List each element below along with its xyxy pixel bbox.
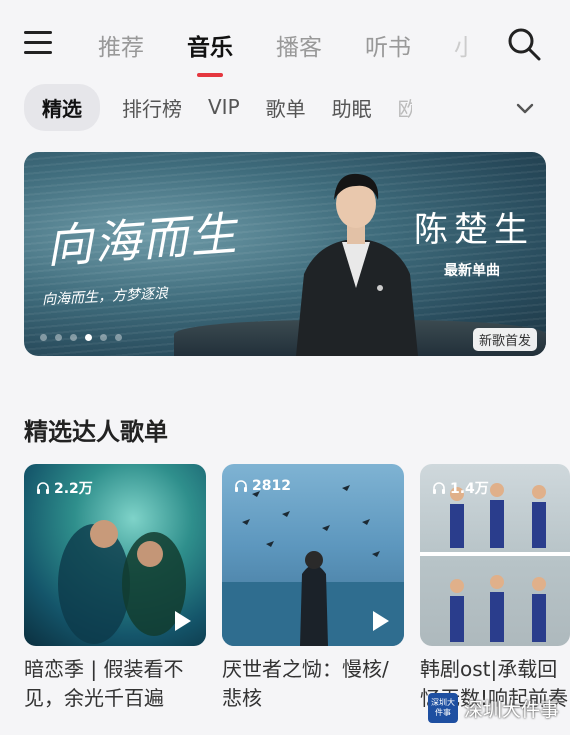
banner-badge: 新歌首发	[473, 328, 538, 351]
play-icon[interactable]	[366, 608, 392, 634]
tab-recommend[interactable]: 推荐	[98, 28, 144, 62]
banner-page-indicator	[40, 334, 122, 341]
subtab-playlists[interactable]: 歌单	[266, 93, 306, 122]
menu-icon[interactable]	[24, 31, 52, 55]
tab-music[interactable]: 音乐	[187, 28, 233, 77]
banner-artist-photo	[296, 173, 418, 356]
tab-audiobook[interactable]: 听书	[365, 28, 411, 62]
banner-song-title: 向海而生	[44, 206, 240, 274]
banner-artist-name: 陈楚生	[414, 210, 534, 250]
playlist-card[interactable]: 1.4万 韩剧ost|承载回忆无数!响起前奏	[420, 464, 570, 713]
play-count-value: 1.4万	[450, 481, 489, 497]
subtab-vip[interactable]: VIP	[208, 95, 240, 119]
page-dot	[40, 334, 47, 341]
subtab-featured[interactable]: 精选	[24, 83, 100, 131]
page-dot	[55, 334, 62, 341]
promo-banner[interactable]: 向海而生 向海而生，方梦逐浪 陈楚生 最新单曲 新歌首发	[24, 152, 546, 356]
watermark-logo: 深圳大件事	[428, 693, 458, 723]
playlist-cover: 2812	[222, 464, 404, 646]
playlist-cover: 2.2万	[24, 464, 206, 646]
section-title: 精选达人歌单	[24, 418, 168, 446]
play-icon[interactable]	[168, 608, 194, 634]
page-dot	[70, 334, 77, 341]
page-dot	[115, 334, 122, 341]
playlist-row: 2.2万 暗恋季 | 假装看不见，余光千百遍 2812 厌世者之恸：慢核/悲核 …	[24, 464, 570, 713]
headphones-icon	[37, 482, 49, 494]
top-navigation: 推荐 音乐 播客 听书 小	[0, 0, 570, 88]
watermark: 深圳大件事 深圳大件事	[428, 693, 559, 723]
playlist-card[interactable]: 2812 厌世者之恸：慢核/悲核	[222, 464, 404, 713]
headphones-icon	[433, 482, 445, 494]
play-count: 1.4万	[432, 478, 489, 498]
tab-more[interactable]: 小	[454, 28, 468, 62]
chevron-down-icon[interactable]	[514, 97, 536, 119]
subtab-charts[interactable]: 排行榜	[122, 93, 182, 122]
playlist-title: 暗恋季 | 假装看不见，余光千百遍	[24, 657, 184, 710]
page-dot	[100, 334, 107, 341]
top-tabs: 推荐 音乐 播客 听书 小	[98, 28, 511, 77]
banner-label: 最新单曲	[444, 263, 500, 279]
play-count: 2.2万	[36, 478, 93, 498]
sub-tabs: 精选 排行榜 VIP 歌单 助眠 欧	[24, 83, 412, 131]
subtab-western[interactable]: 欧	[398, 93, 412, 122]
subtab-sleep[interactable]: 助眠	[332, 93, 372, 122]
play-count-value: 2.2万	[54, 481, 93, 497]
headphones-icon	[235, 480, 247, 492]
play-count: 2812	[234, 478, 291, 494]
watermark-text: 深圳大件事	[464, 698, 560, 721]
search-icon[interactable]	[506, 26, 542, 62]
tab-podcast[interactable]: 播客	[276, 28, 322, 62]
playlist-title: 厌世者之恸：慢核/悲核	[222, 657, 389, 710]
playlist-cover: 1.4万	[420, 464, 570, 646]
page-dot-active	[85, 334, 92, 341]
playlist-card[interactable]: 2.2万 暗恋季 | 假装看不见，余光千百遍	[24, 464, 206, 713]
play-count-value: 2812	[252, 478, 291, 494]
